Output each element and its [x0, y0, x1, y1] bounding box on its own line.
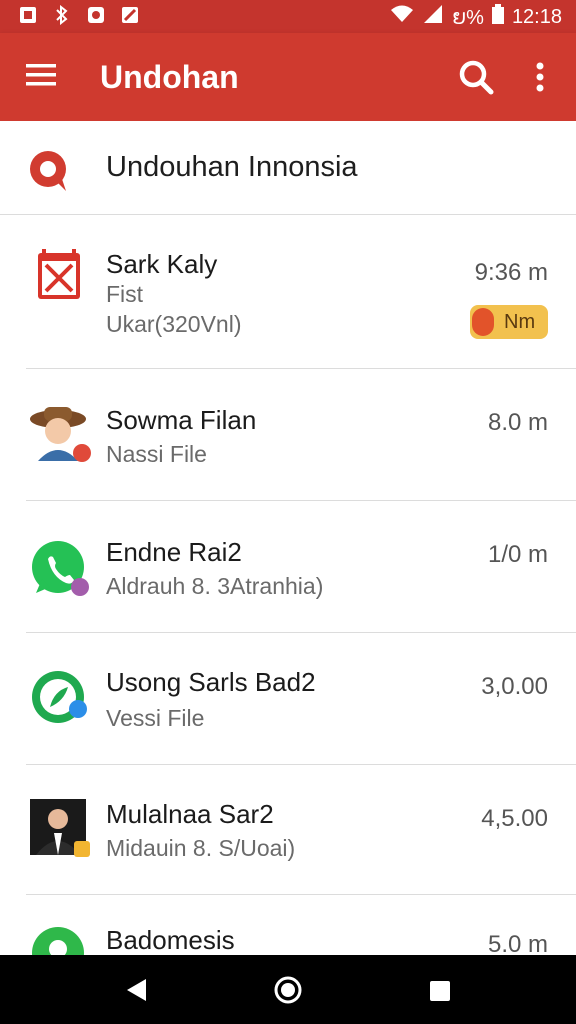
person-photo-icon: [28, 797, 92, 861]
item-subtitle: Midauin 8. S/Uoai): [106, 835, 296, 861]
location-row[interactable]: Undouhan Innonsia: [0, 121, 576, 215]
list-item[interactable]: Sowma Filan Nassi File 8.0 m: [0, 369, 576, 501]
item-subtitle-2: Ukar(320Vnl): [106, 311, 242, 337]
item-title: Sark Kaly: [106, 249, 218, 279]
wifi-icon: [390, 4, 414, 30]
status-bar: ຍ% 12:18: [0, 0, 576, 33]
cell-signal-icon: [422, 4, 444, 30]
item-subtitle: Aldrauh 8. 3Atranhia): [106, 573, 324, 599]
navigation-bar: [0, 955, 576, 1024]
back-icon[interactable]: [124, 977, 150, 1003]
item-time: 1/0 m: [487, 541, 548, 568]
home-icon[interactable]: [273, 975, 303, 1005]
badge-dot: [472, 308, 494, 336]
item-title: Mulalnaa Sar2: [106, 799, 274, 829]
battery-text: ຍ%: [452, 6, 484, 29]
whatsapp-icon: [28, 537, 92, 601]
list-item[interactable]: Mulalnaa Sar2 Midauin 8. S/Uoai) 4,5.00: [0, 765, 576, 895]
item-time: 9:36 m: [474, 259, 548, 286]
list-item[interactable]: Usong Sarls Bad2 Vessi File 3,0.00: [0, 633, 576, 765]
group-app-icon: [28, 923, 92, 955]
recents-icon[interactable]: [429, 980, 451, 1002]
more-vert-icon[interactable]: [526, 57, 554, 97]
item-title: Usong Sarls Bad2: [106, 667, 316, 697]
list-item[interactable]: Badomesis 5.0 m: [0, 895, 576, 955]
no-signal-icon: [120, 5, 140, 25]
item-title: Badomesis: [106, 925, 235, 955]
notification-icon: [18, 5, 38, 25]
location-pin-icon: [28, 149, 72, 193]
menu-icon[interactable]: [24, 61, 60, 93]
avatar-icon: [28, 399, 92, 463]
feather-app-icon: [28, 667, 92, 731]
clock: 12:18: [511, 5, 562, 28]
search-icon[interactable]: [456, 57, 496, 97]
bluetooth-icon: [52, 5, 72, 25]
item-time: 3,0.00: [481, 673, 548, 700]
item-title: Sowma Filan: [106, 405, 257, 435]
location-text: Undouhan Innonsia: [106, 151, 358, 183]
badge-label: Nm: [504, 311, 536, 333]
app-title: Undohan: [100, 59, 239, 95]
item-subtitle: Nassi File: [106, 441, 207, 467]
list-item[interactable]: Sark Kaly Fist Ukar(320Vnl) 9:36 m Nm: [0, 215, 576, 369]
item-title: Endne Rai2: [106, 537, 242, 567]
list-item[interactable]: Endne Rai2 Aldrauh 8. 3Atranhia) 1/0 m: [0, 501, 576, 633]
item-time: 4,5.00: [481, 805, 548, 832]
item-subtitle: Vessi File: [106, 705, 205, 731]
status-badge: Nm: [470, 305, 548, 339]
app-bar: Undohan: [0, 33, 576, 121]
item-time: 8.0 m: [487, 409, 548, 436]
battery-icon: [491, 4, 504, 30]
item-time: 5.0 m: [487, 931, 548, 955]
calendar-app-icon: [28, 245, 92, 309]
item-subtitle: Fist: [106, 281, 144, 307]
sync-icon: [86, 5, 106, 25]
